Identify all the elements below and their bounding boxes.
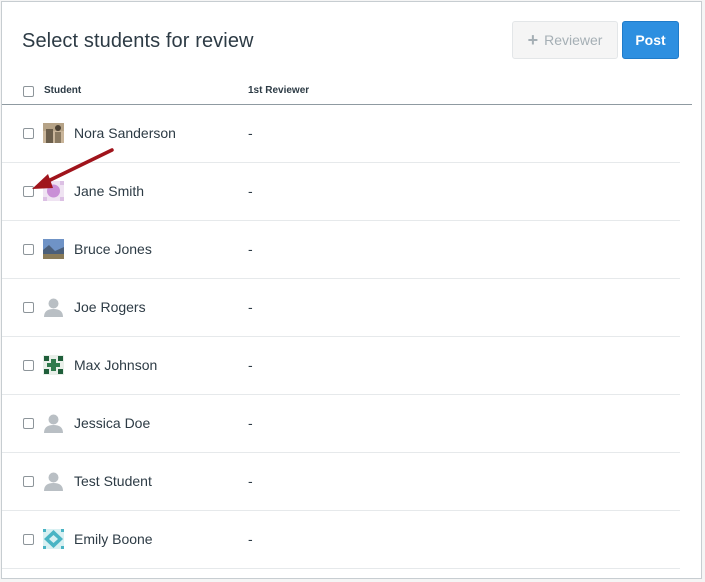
student-name: Jane Smith	[74, 183, 145, 199]
reviewer-value: -	[248, 241, 253, 257]
default-user-avatar	[43, 471, 64, 491]
reviewer-value: -	[248, 299, 253, 315]
reviewer-value: -	[248, 183, 253, 199]
dialog-title: Select students for review	[22, 30, 254, 52]
student-name: Max Johnson	[74, 357, 158, 373]
select-students-dialog: Select students for review + Reviewer Po…	[1, 1, 702, 579]
table-row: Test Student -	[2, 453, 680, 511]
photo-avatar	[43, 123, 64, 143]
student-checkbox[interactable]	[23, 186, 34, 197]
student-name: Bruce Jones	[74, 241, 152, 257]
default-user-avatar	[43, 297, 64, 317]
table-row: Bruce Jones -	[2, 221, 680, 279]
column-header-student: Student	[44, 85, 82, 96]
reviewer-value: -	[248, 357, 253, 373]
student-name: Emily Boone	[74, 531, 153, 547]
teal-pattern-avatar	[43, 529, 64, 549]
post-button[interactable]: Post	[622, 21, 679, 59]
student-checkbox[interactable]	[23, 244, 34, 255]
student-checkbox[interactable]	[23, 360, 34, 371]
table-row: Joe Rogers -	[2, 279, 680, 337]
student-name: Nora Sanderson	[74, 125, 176, 141]
add-reviewer-button[interactable]: + Reviewer	[512, 21, 618, 59]
student-checkbox[interactable]	[23, 128, 34, 139]
table-row: Emily Boone -	[2, 511, 680, 569]
student-checkbox[interactable]	[23, 418, 34, 429]
table-row: Max Johnson -	[2, 337, 680, 395]
table-row: Jessica Doe -	[2, 395, 680, 453]
add-reviewer-label: Reviewer	[544, 32, 603, 48]
student-name: Joe Rogers	[74, 299, 146, 315]
reviewer-value: -	[248, 415, 253, 431]
default-user-avatar	[43, 413, 64, 433]
reviewer-value: -	[248, 531, 253, 547]
student-name: Jessica Doe	[74, 415, 151, 431]
student-name: Test Student	[74, 473, 152, 489]
reviewer-value: -	[248, 473, 253, 489]
landscape-avatar	[43, 239, 64, 259]
table-header: Student 1st Reviewer	[2, 82, 692, 105]
student-list: Nora Sanderson - Jane Smith - Bruce Jone…	[2, 105, 692, 569]
student-checkbox[interactable]	[23, 302, 34, 313]
table-row: Jane Smith -	[2, 163, 680, 221]
student-checkbox[interactable]	[23, 534, 34, 545]
column-header-reviewer: 1st Reviewer	[248, 85, 310, 96]
table-row: Nora Sanderson -	[2, 105, 680, 163]
student-checkbox[interactable]	[23, 476, 34, 487]
green-pattern-avatar	[43, 355, 64, 375]
select-all-checkbox[interactable]	[23, 86, 34, 97]
plus-icon: +	[527, 30, 539, 50]
reviewer-value: -	[248, 125, 253, 141]
purple-pattern-avatar	[43, 181, 64, 201]
